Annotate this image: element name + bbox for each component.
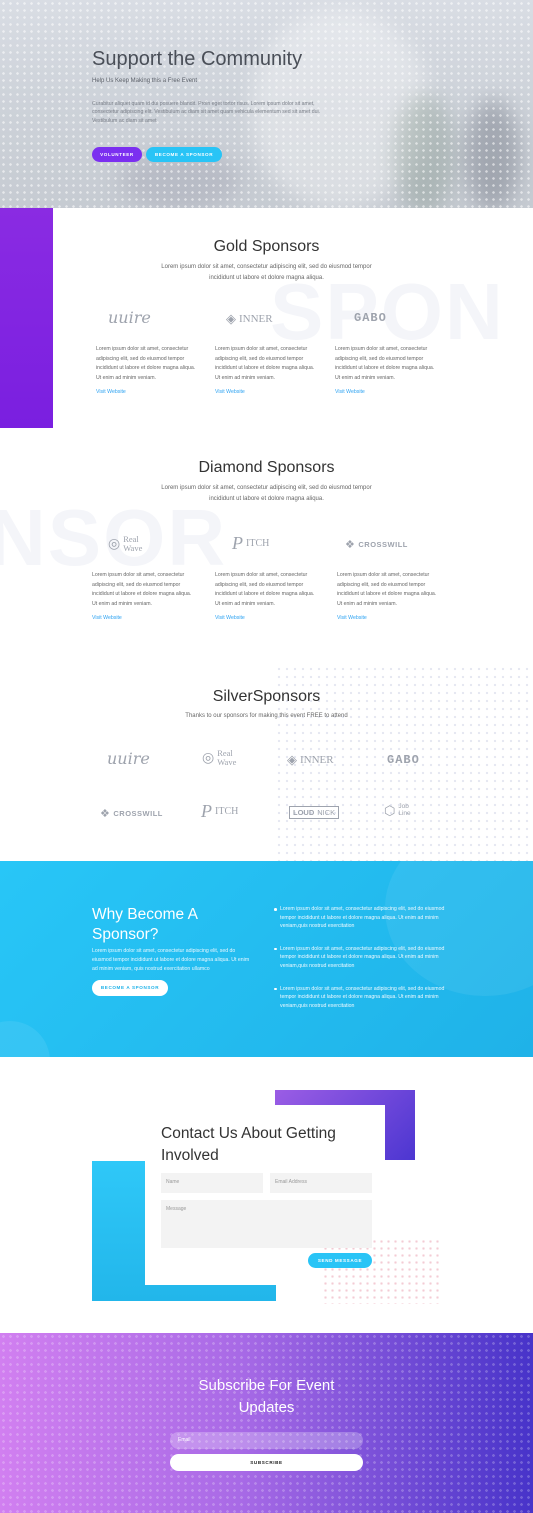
diamond-visit-link[interactable]: Visit Website <box>215 615 245 621</box>
gold-visit-link[interactable]: Visit Website <box>96 389 126 395</box>
silver-logo-jobline: ⬡ Job Line <box>384 802 411 818</box>
gold-title: Gold Sponsors <box>213 238 320 255</box>
diamond-title: Diamond Sponsors <box>198 459 335 476</box>
silver-logo-pitch: P ITCH <box>201 801 239 821</box>
diamond-logo-realwave: ◎ Real Wave <box>108 534 143 553</box>
silver-logo-crosswill: ❖ CROSSWILL <box>100 808 163 820</box>
send-message-button[interactable]: SEND MESSAGE <box>308 1253 372 1268</box>
diamond-visit-link[interactable]: Visit Website <box>337 615 367 621</box>
silver-title: SilverSponsors <box>212 688 321 705</box>
hero-text: Curabitur aliquet quam id dui posuere bl… <box>92 101 321 124</box>
hero-section: Support the Community Help Us Keep Makin… <box>0 0 533 208</box>
why-decor-circle <box>0 1021 50 1057</box>
why-benefit-item: Lorem ipsum dolor sit amet, consectetur … <box>274 945 450 971</box>
crosswill-icon: ❖ <box>345 539 356 551</box>
gold-card-text: Lorem ipsum dolor sit amet, consectetur … <box>96 346 196 381</box>
silver-description: Thanks to our sponsors for making this e… <box>185 713 348 719</box>
why-title: Why Become A Sponsor? <box>92 906 198 943</box>
diamond-icon: ◈ <box>287 752 297 767</box>
subscribe-button[interactable]: SUBSCRIBE <box>170 1454 363 1471</box>
name-field[interactable]: Name <box>161 1173 263 1193</box>
silver-logo-realwave: ◎ Real Wave <box>202 748 237 767</box>
gold-card-text: Lorem ipsum dolor sit amet, consectetur … <box>335 346 435 381</box>
diamond-card-text: Lorem ipsum dolor sit amet, consectetur … <box>92 572 192 607</box>
silver-logo-inner: ◈ INNER <box>287 752 334 767</box>
become-sponsor-button[interactable]: BECOME A SPONSOR <box>146 147 222 162</box>
gold-visit-link[interactable]: Visit Website <box>215 389 245 395</box>
silver-logo-uuire: uuire <box>107 749 150 768</box>
diamond-card-text: Lorem ipsum dolor sit amet, consectetur … <box>215 572 315 607</box>
gold-logo-gabo: GABO <box>354 311 387 325</box>
crosswill-icon: ❖ <box>100 808 111 820</box>
diamond-description: Lorem ipsum dolor sit amet, consectetur … <box>161 485 372 502</box>
why-benefit-item: Lorem ipsum dolor sit amet, consectetur … <box>274 985 450 1011</box>
gold-card-text: Lorem ipsum dolor sit amet, consectetur … <box>215 346 315 381</box>
silver-logo-loudnick: LOUD NICK <box>289 806 340 819</box>
hero-subtitle: Help Us Keep Making this a Free Event <box>92 78 198 84</box>
subscribe-dot-map <box>0 1333 533 1513</box>
why-become-sponsor-button[interactable]: BECOME A SPONSOR <box>92 980 168 996</box>
diamond-card-text: Lorem ipsum dolor sit amet, consectetur … <box>337 572 437 607</box>
jobline-hex-icon: ⬡ <box>384 802 396 818</box>
subscribe-title: Subscribe For Event Updates <box>198 1377 335 1416</box>
silver-logo-gabo: GABO <box>387 753 420 767</box>
email-field[interactable]: Email Address <box>270 1173 372 1193</box>
why-text: Lorem ipsum dolor sit amet, consectetur … <box>92 948 250 972</box>
pitch-p-icon: P <box>201 801 212 821</box>
gold-logo-uuire: uuire <box>108 308 151 327</box>
why-sponsor-section: Why Become A Sponsor? Lorem ipsum dolor … <box>0 861 533 1057</box>
message-field[interactable]: Message <box>161 1200 372 1248</box>
hero-title: Support the Community <box>92 48 303 70</box>
diamond-logo-crosswill: ❖ CROSSWILL <box>345 539 408 551</box>
diamond-logo-pitch: P ITCH <box>232 533 270 553</box>
volunteer-button[interactable]: VOLUNTEER <box>92 147 142 162</box>
wave-icon: ◎ <box>108 536 121 552</box>
diamond-visit-link[interactable]: Visit Website <box>92 615 122 621</box>
subscribe-section: Subscribe For Event Updates Email SUBSCR… <box>0 1333 533 1513</box>
subscribe-email-field[interactable]: Email <box>170 1432 363 1449</box>
gold-logo-inner: ◈ INNER <box>226 311 273 326</box>
contact-title: Contact Us About Getting Involved <box>161 1125 336 1164</box>
gold-visit-link[interactable]: Visit Website <box>335 389 365 395</box>
wave-icon: ◎ <box>202 750 215 766</box>
why-benefits-list: Lorem ipsum dolor sit amet, consectetur … <box>274 905 450 1024</box>
why-benefit-item: Lorem ipsum dolor sit amet, consectetur … <box>274 905 450 931</box>
pitch-p-icon: P <box>232 533 243 553</box>
diamond-icon: ◈ <box>226 311 236 326</box>
gold-description: Lorem ipsum dolor sit amet, consectetur … <box>161 264 372 281</box>
